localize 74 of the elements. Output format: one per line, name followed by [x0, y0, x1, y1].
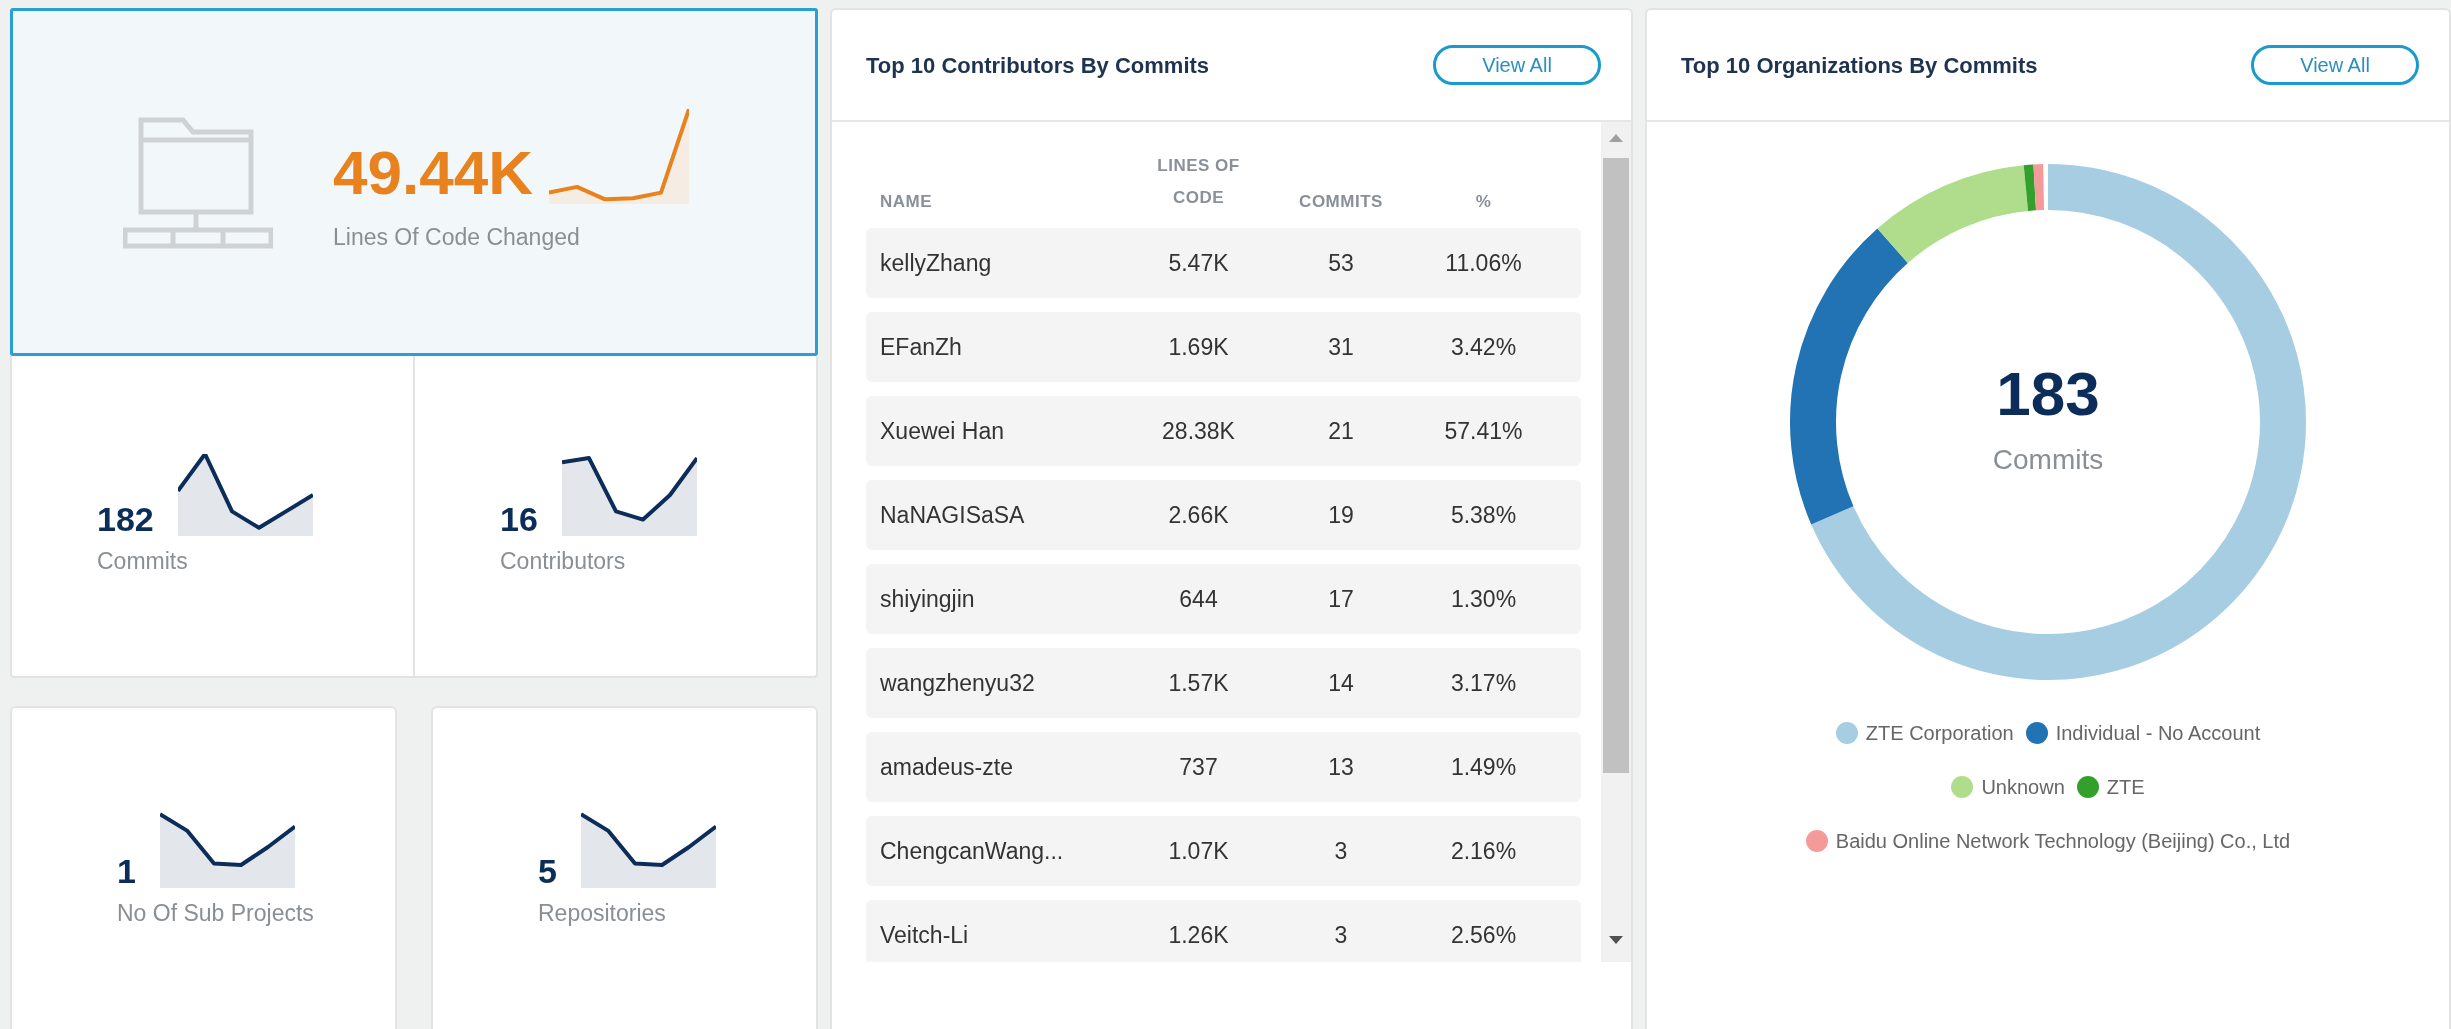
total-value: 183: [1996, 363, 2100, 425]
metric-value: 1: [117, 854, 136, 889]
table-cell-text: Veitch-Li: [879, 920, 970, 950]
metric-label: No Of Sub Projects: [117, 899, 314, 929]
table-cell-text: 11.06%: [1444, 248, 1523, 278]
table-cell-text: 3: [1333, 836, 1349, 866]
table-cell-text: 21: [1327, 416, 1355, 446]
metric-value: 16: [500, 501, 538, 536]
column-header: COMMITS: [1298, 190, 1384, 213]
table-row[interactable]: ChengcanWang... 1.07K 3 2.16%: [866, 816, 1581, 886]
table-cell-text: EFanZh: [879, 332, 963, 362]
table-cell-text: 644: [1178, 584, 1219, 614]
table-cell-text: 1.69K: [1167, 332, 1230, 362]
table-cell-text: 57.41%: [1443, 416, 1524, 446]
table-cell-text: 3.17%: [1449, 668, 1518, 698]
table-row[interactable]: EFanZh 1.69K 31 3.42%: [866, 312, 1581, 382]
column-header: %: [1474, 190, 1493, 213]
table-cell-text: shiyingjin: [879, 584, 976, 614]
metric-label: Contributors: [500, 546, 627, 576]
table-row[interactable]: Veitch-Li 1.26K 3 2.56%: [866, 900, 1581, 962]
legend-label: Unknown: [1981, 775, 2065, 800]
table-cell-text: kellyZhang: [879, 248, 993, 278]
table-cell-text: 17: [1327, 584, 1355, 614]
scroll-up-icon[interactable]: [1609, 134, 1623, 142]
legend-label: Baidu Online Network Technology (Beijing) Co., Ltd: [1835, 829, 2291, 854]
table-cell-text: 31: [1327, 332, 1355, 362]
table-cell-text: 2.16%: [1449, 836, 1518, 866]
table-cell-text: wangzhenyu32: [879, 668, 1036, 698]
table-cell-text: 1.26K: [1167, 920, 1230, 950]
card-title: Top 10 Contributors By Commits: [866, 51, 1210, 80]
table-cell-text: 2.56%: [1449, 920, 1518, 950]
scrollbar[interactable]: [1601, 122, 1631, 962]
table-cell-text: ChengcanWang...: [879, 836, 1065, 866]
table-cell-text: 28.38K: [1161, 416, 1236, 446]
table-row[interactable]: NaNAGISaSA 2.66K 19 5.38%: [866, 480, 1581, 550]
table-row[interactable]: kellyZhang 5.47K 53 11.06%: [866, 228, 1581, 298]
metric-label: Repositories: [538, 899, 667, 929]
table-cell-text: 737: [1178, 752, 1219, 782]
table-row[interactable]: amadeus-zte 737 13 1.49%: [866, 732, 1581, 802]
metric-label: Lines Of Code Changed: [333, 223, 581, 253]
table-cell-text: 5.38%: [1449, 500, 1518, 530]
table-cell-text: 1.57K: [1167, 668, 1230, 698]
legend-label: ZTE: [2106, 775, 2145, 800]
metric-value: 49.44K: [333, 142, 533, 205]
table-cell-text: 1.07K: [1167, 836, 1230, 866]
table-cell-text: NaNAGISaSA: [879, 500, 1026, 530]
metric-value: 5: [538, 854, 557, 889]
view-all-button[interactable]: View All: [1433, 45, 1601, 85]
table-cell-text: 53: [1327, 248, 1355, 278]
table-cell-text: 3: [1333, 920, 1349, 950]
scroll-down-icon[interactable]: [1609, 936, 1623, 944]
table-row[interactable]: shiyingjin 644 17 1.30%: [866, 564, 1581, 634]
table-cell-text: 13: [1327, 752, 1355, 782]
metric-value: 182: [97, 501, 154, 536]
table-cell-text: 3.42%: [1449, 332, 1518, 362]
table-cell-text: Xuewei Han: [879, 416, 1006, 446]
table-row[interactable]: Xuewei Han 28.38K 21 57.41%: [866, 396, 1581, 466]
table-cell-text: 14: [1327, 668, 1355, 698]
table-row[interactable]: wangzhenyu32 1.57K 14 3.17%: [866, 648, 1581, 718]
total-label: Commits: [1992, 443, 2104, 477]
scrollbar-thumb[interactable]: [1603, 158, 1629, 773]
legend-label: Individual - No Account: [2055, 721, 2261, 746]
view-all-button[interactable]: View All: [2251, 45, 2419, 85]
column-header: LINES OF CODE: [1156, 155, 1241, 209]
legend-label: ZTE Corporation: [1865, 721, 2014, 746]
table-cell-text: 1.30%: [1449, 584, 1518, 614]
table-cell-text: 19: [1327, 500, 1355, 530]
metric-label: Commits: [97, 546, 189, 576]
card-title: Top 10 Organizations By Commits: [1681, 51, 2038, 80]
table-cell-text: amadeus-zte: [879, 752, 1014, 782]
column-header: NAME: [879, 190, 934, 213]
table-cell-text: 1.49%: [1449, 752, 1518, 782]
table-cell-text: 2.66K: [1167, 500, 1230, 530]
table-cell-text: 5.47K: [1167, 248, 1230, 278]
